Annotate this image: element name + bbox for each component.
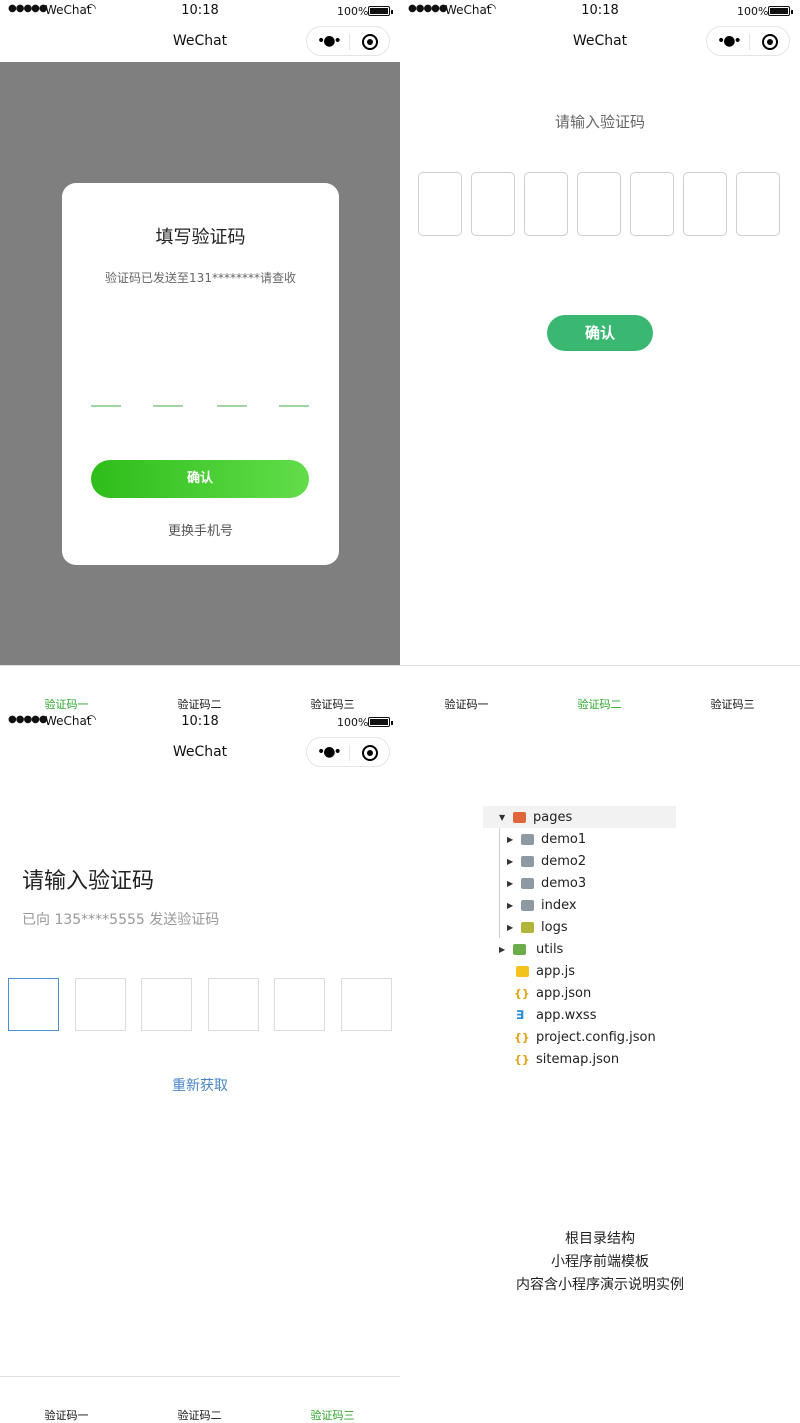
tab-bar: 验证码一 验证码二 验证码三 (400, 665, 800, 711)
dialog-subtitle: 验证码已发送至131********请查收 (105, 271, 296, 285)
change-phone-link[interactable]: 更换手机号 (62, 520, 339, 539)
dialog-title: 填写验证码 (155, 227, 246, 248)
more-icon[interactable]: •●• (717, 33, 742, 49)
folder-icon (521, 900, 534, 911)
code-digit-1[interactable] (91, 405, 121, 407)
battery-icon (368, 6, 393, 16)
tab-code-1[interactable]: 验证码一 (400, 696, 533, 712)
collapse-arrow-icon: ▶ (507, 923, 514, 932)
tab-code-2[interactable]: 验证码二 (533, 696, 666, 712)
collapse-arrow-icon: ▶ (507, 835, 514, 844)
screen-six-digit: ●●●●● WeChat ◠ 10:18 100% WeChat •●• 请输入… (400, 0, 800, 711)
close-miniprogram-icon[interactable] (762, 34, 778, 50)
code-box-6[interactable] (683, 172, 727, 236)
code-digit-2[interactable] (153, 405, 183, 407)
tab-code-3[interactable]: 验证码三 (266, 1407, 399, 1423)
code-digit-3[interactable] (217, 405, 247, 407)
tab-code-2[interactable]: 验证码二 (133, 1407, 266, 1423)
tab-bar: 验证码一 验证码二 验证码三 (0, 665, 400, 711)
caption-line-3: 内容含小程序演示说明实例 (516, 1277, 684, 1293)
folder-open-icon (513, 812, 526, 823)
screen-verify-dialog: ●●●●● WeChat ◠ 10:18 100% WeChat •●• 填写验… (0, 0, 400, 711)
confirm-button[interactable]: 确认 (91, 460, 309, 498)
status-bar: ●●●●● WeChat ◠ 10:18 100% (0, 0, 400, 22)
tree-selection (483, 806, 676, 828)
nav-bar: WeChat •●• (0, 22, 400, 62)
nav-bar: WeChat •●• (400, 22, 800, 62)
more-icon[interactable]: •●• (317, 33, 342, 49)
tab-code-3[interactable]: 验证码三 (666, 696, 799, 712)
js-file-icon (516, 966, 529, 977)
confirm-button[interactable]: 确认 (547, 315, 653, 351)
folder-icon (521, 834, 534, 845)
tab-code-1[interactable]: 验证码一 (0, 1407, 133, 1423)
code-box-1[interactable] (418, 172, 462, 236)
collapse-arrow-icon: ▶ (507, 901, 514, 910)
json-file-icon: {} (514, 1053, 530, 1066)
capsule-menu: •●• (306, 26, 390, 56)
css-file-icon: ∃ (516, 1008, 525, 1022)
code-digit-4[interactable] (279, 405, 309, 407)
folder-icon (513, 944, 526, 955)
page-title: 请输入验证码 (554, 113, 645, 131)
json-file-icon: {} (514, 1031, 530, 1044)
tab-code-2[interactable]: 验证码二 (133, 696, 266, 712)
json-file-icon: {} (514, 987, 530, 1000)
code-box-2[interactable] (471, 172, 515, 236)
expand-arrow-icon: ▼ (499, 813, 506, 822)
collapse-arrow-icon: ▶ (507, 857, 514, 866)
collapse-arrow-icon: ▶ (499, 945, 506, 954)
caption-line-2: 小程序前端模板 (551, 1254, 649, 1270)
tab-bar: 验证码一 验证码二 验证码三 (0, 1376, 400, 1422)
verify-dialog: 填写验证码 验证码已发送至131********请查收 确认 更换手机号 (62, 183, 339, 565)
tree-guide-line (499, 828, 500, 938)
code-box-3[interactable] (524, 172, 568, 236)
collapse-arrow-icon: ▶ (507, 879, 514, 888)
file-tree: ▼ pages ▶ demo1 ▶ demo2 ▶ demo3 ▶ index … (0, 711, 800, 1111)
folder-icon (521, 856, 534, 867)
code-box-5[interactable] (630, 172, 674, 236)
battery-percent: 100% (737, 5, 769, 18)
capsule-menu: •●• (706, 26, 790, 56)
status-bar: ●●●●● WeChat ◠ 10:18 100% (400, 0, 800, 22)
close-miniprogram-icon[interactable] (362, 34, 378, 50)
caption-line-1: 根目录结构 (565, 1231, 635, 1247)
folder-icon (521, 878, 534, 889)
folder-icon (521, 922, 534, 933)
code-box-7[interactable] (736, 172, 780, 236)
tab-code-1[interactable]: 验证码一 (0, 696, 133, 712)
battery-percent: 100% (337, 5, 369, 18)
code-box-4[interactable] (577, 172, 621, 236)
tab-code-3[interactable]: 验证码三 (266, 696, 399, 712)
battery-icon (768, 6, 793, 16)
